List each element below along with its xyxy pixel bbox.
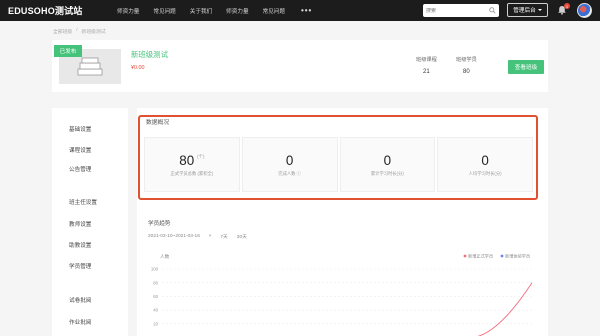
date-range-picker: 2021-03-10~2021-03-16 ▾ 7天 30天 [148,233,247,240]
overview-title: 数据概况 [146,120,170,126]
legend-marker [463,254,467,258]
site-brand[interactable]: EDUSOHO测试站 [8,4,100,17]
stat-label: 完成人数 ⓘ [278,171,301,176]
admin-console-label: 管理后台 [513,8,536,14]
search-box[interactable] [423,4,499,17]
sidebar-item-announcements[interactable]: 公告管理 [69,165,91,173]
search-input[interactable] [426,7,486,14]
main-nav: 师资力量 常见问题 关于我们 师资力量 常见问题 ••• [117,6,312,15]
date-range-caret[interactable]: ▾ [209,234,211,239]
class-price: ¥0.00 [131,65,145,71]
sidebar-item-course-settings[interactable]: 课程设置 [69,146,91,154]
breadcrumb: 全部班级 / 新班级测试 [53,28,106,35]
sidebar-item-teachers[interactable]: 教师设置 [69,220,91,228]
legend-marker [500,254,504,258]
search-icon[interactable] [489,7,496,14]
sidebar-item-head-teacher[interactable]: 班主任设置 [69,198,97,206]
y-tick-label: 80 [153,280,158,285]
stat-value: 0 [383,153,392,168]
help-icon[interactable]: ⓘ [297,171,301,176]
stat-label: 班级课程 [416,57,437,63]
stat-value: 80 [463,69,470,75]
sidebar-item-exam-review[interactable]: 试卷批阅 [69,296,91,304]
overview-stats: 80 (个) 正式学员总数 (累积全) 0 完成人数 ⓘ 0 累计学习时长(分) … [144,137,533,192]
sidebar-item-homework-review[interactable]: 作业批阅 [69,318,91,326]
sidebar-item-assistants[interactable]: 助教设置 [69,241,91,249]
stat-value: 0 [285,153,294,168]
stat-avg-time: 0 人均学习时长(分) [437,137,533,192]
stat-completed: 0 完成人数 ⓘ [241,137,338,192]
y-tick-label: 40 [153,308,158,313]
trend-title: 学员趋势 [148,221,171,227]
nav-item-faq[interactable]: 常见问题 [153,7,175,15]
stat-label: 班级学员 [456,57,477,63]
notification-badge: 1 [564,3,570,9]
status-badge: 已发布 [54,45,82,57]
stat-value: 80 [179,153,195,168]
sidebar-item-basic-settings[interactable]: 基础设置 [69,125,91,133]
breadcrumb-separator: / [76,28,78,33]
nav-more-menu[interactable]: ••• [301,6,312,15]
nav-item-faq-2[interactable]: 常见问题 [263,7,285,15]
date-range-value[interactable]: 2021-03-10~2021-03-16 [148,234,200,239]
stat-label: 人均学习时长(分) [468,171,502,176]
stat-class-students: 班级学员 80 [456,56,477,75]
chevron-down-icon [537,9,542,11]
admin-console-button[interactable]: 管理后台 [507,3,548,17]
breadcrumb-current: 新班级测试 [81,30,106,35]
stat-value: 21 [423,69,430,75]
y-axis-label: 人数 [160,253,170,260]
stat-value: 0 [481,153,489,168]
sidebar-item-students[interactable]: 学员管理 [69,262,91,270]
legend-label: 新增体验学员 [505,253,530,260]
stat-unit: (个) [197,154,205,159]
range-7-days[interactable]: 7天 [220,233,227,240]
y-tick-label: 20 [153,321,158,326]
y-tick-label: 100 [151,267,159,272]
breadcrumb-all-classes[interactable]: 全部班级 [53,28,72,35]
nav-item-faculty[interactable]: 师资力量 [117,7,139,15]
class-title[interactable]: 新班级测试 [131,49,168,60]
user-avatar[interactable] [577,3,592,18]
nav-item-about[interactable]: 关于我们 [190,7,212,15]
y-tick-label: 60 [153,294,158,299]
series-line [477,282,533,336]
book-stack-icon [77,57,103,75]
range-30-days[interactable]: 30天 [237,233,247,240]
nav-item-faculty-2[interactable]: 师资力量 [226,7,248,15]
stat-label: 正式学员总数 (累积全) [170,171,214,176]
student-trend-chart: 人数100806040200新增正式学员新增体验学员 [151,253,533,336]
stat-total-time: 0 累计学习时长(分) [339,137,436,192]
stat-class-courses: 班级课程 21 [416,56,437,75]
settings-sidebar: 基础设置 课程设置 公告管理 班主任设置 教师设置 助教设置 学员管理 试卷批阅… [52,108,128,336]
legend-label: 新增正式学员 [468,253,493,260]
stat-label: 累计学习时长(分) [370,171,404,176]
view-class-button[interactable]: 查看班级 [508,60,544,74]
class-header-card: 已发布 新班级测试 ¥0.00 班级课程 21 班级学员 80 查看班级 [52,40,548,92]
stat-formal-students: 80 (个) 正式学员总数 (累积全) [144,137,240,192]
